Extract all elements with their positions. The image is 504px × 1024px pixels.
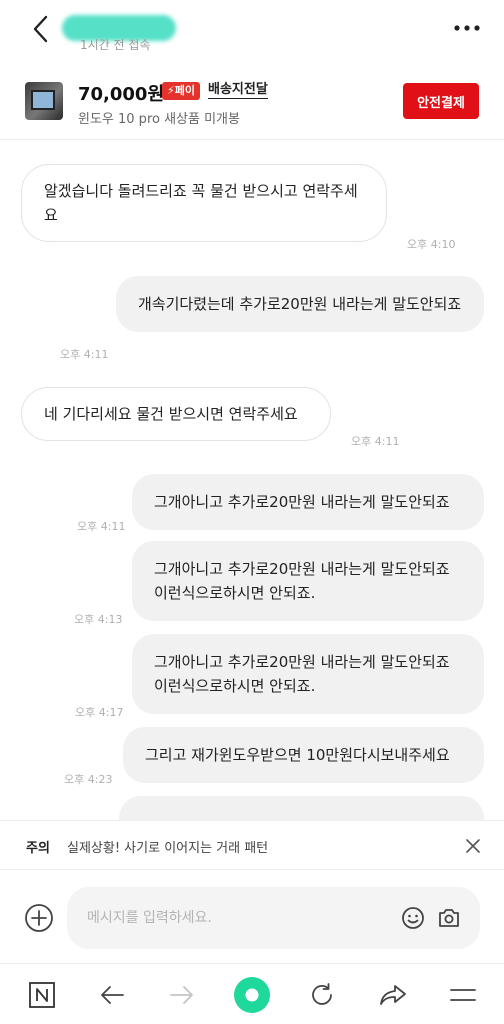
message-time: 오후 4:11 bbox=[60, 348, 109, 361]
message-time: 오후 4:23 bbox=[64, 773, 113, 786]
message-bubble-outgoing: 개속기다렸는데 추가로20만원 내라는게 말도안되죠 bbox=[116, 276, 484, 332]
more-horizontal-icon bbox=[454, 25, 480, 31]
message-time: 오후 4:17 bbox=[75, 706, 124, 719]
share-button[interactable] bbox=[376, 978, 410, 1012]
camera-icon bbox=[439, 909, 459, 927]
message-list[interactable]: 알겠습니다 돌려드리죠 꼭 물건 받으시고 연락주세요 오후 4:10 개속기다… bbox=[0, 140, 504, 820]
chevron-left-icon bbox=[33, 15, 48, 43]
emoji-icon bbox=[402, 907, 424, 929]
message-bubble-incoming: 알겠습니다 돌려드리죠 꼭 물건 받으시고 연락주세요 bbox=[21, 164, 387, 242]
nav-forward-button[interactable] bbox=[165, 978, 199, 1012]
menu-button[interactable] bbox=[446, 978, 480, 1012]
message-bubble-outgoing: 그개아니고 추가로20만원 내라는게 말도안되죠 bbox=[132, 474, 484, 530]
more-options-button[interactable] bbox=[450, 16, 484, 40]
chat-header: 1시간 전 접속 bbox=[0, 0, 504, 66]
message-time: 오후 4:11 bbox=[77, 520, 126, 533]
refresh-icon bbox=[312, 983, 332, 1005]
safe-pay-button[interactable]: 안전결제 bbox=[403, 83, 479, 119]
home-button[interactable] bbox=[25, 978, 59, 1012]
message-bubble-outgoing-partial bbox=[119, 796, 484, 820]
menu-icon bbox=[450, 989, 476, 1001]
arrow-left-icon bbox=[101, 986, 124, 1004]
message-bubble-outgoing: 그개아니고 추가로20만원 내라는게 말도안되죠 이런식으로하시면 안되죠. bbox=[132, 541, 484, 621]
pay-badge: ⚡페이 bbox=[162, 82, 200, 100]
last-seen-status: 1시간 전 접속 bbox=[80, 38, 151, 52]
share-icon bbox=[380, 985, 406, 1005]
message-composer bbox=[0, 871, 504, 963]
green-dot-button[interactable] bbox=[234, 977, 270, 1013]
message-time: 오후 4:13 bbox=[74, 613, 123, 626]
message-time: 오후 4:11 bbox=[351, 435, 400, 448]
browser-toolbar bbox=[0, 963, 504, 1024]
message-input[interactable] bbox=[87, 907, 387, 929]
warning-close-button[interactable] bbox=[462, 835, 484, 857]
arrow-right-icon bbox=[170, 986, 193, 1004]
plus-circle-icon bbox=[25, 904, 53, 932]
attach-button[interactable] bbox=[24, 903, 54, 933]
back-button[interactable] bbox=[26, 12, 56, 46]
message-bubble-outgoing: 그개아니고 추가로20만원 내라는게 말도안되죠 이런식으로하시면 안되죠. bbox=[132, 634, 484, 714]
warning-label: 주의 bbox=[26, 841, 50, 856]
refresh-button[interactable] bbox=[305, 978, 339, 1012]
naver-n-icon bbox=[29, 982, 55, 1008]
message-input-wrapper[interactable] bbox=[67, 887, 480, 949]
product-summary[interactable]: 70,000원 ⚡페이 배송지전달 윈도우 10 pro 새상품 미개봉 안전결… bbox=[0, 66, 504, 140]
product-price: 70,000원 bbox=[78, 84, 165, 105]
message-time: 오후 4:10 bbox=[407, 238, 456, 251]
nav-back-button[interactable] bbox=[95, 978, 129, 1012]
delivery-link[interactable]: 배송지전달 bbox=[208, 82, 268, 99]
message-bubble-incoming: 네 기다리세요 물건 받으시면 연락주세요 bbox=[21, 387, 331, 441]
emoji-button[interactable] bbox=[400, 905, 426, 931]
product-thumbnail[interactable] bbox=[25, 82, 63, 120]
green-dot-icon bbox=[234, 977, 270, 1013]
warning-text[interactable]: 실제상황! 사기로 이어지는 거래 패턴 bbox=[67, 837, 268, 856]
fraud-warning-banner[interactable]: 주의 실제상황! 사기로 이어지는 거래 패턴 bbox=[0, 820, 504, 870]
message-bubble-outgoing: 그리고 재가윈도우받으면 10만원다시보내주세요 bbox=[123, 727, 484, 783]
close-icon bbox=[466, 839, 480, 853]
product-title: 윈도우 10 pro 새상품 미개봉 bbox=[78, 112, 240, 127]
camera-button[interactable] bbox=[436, 905, 462, 931]
